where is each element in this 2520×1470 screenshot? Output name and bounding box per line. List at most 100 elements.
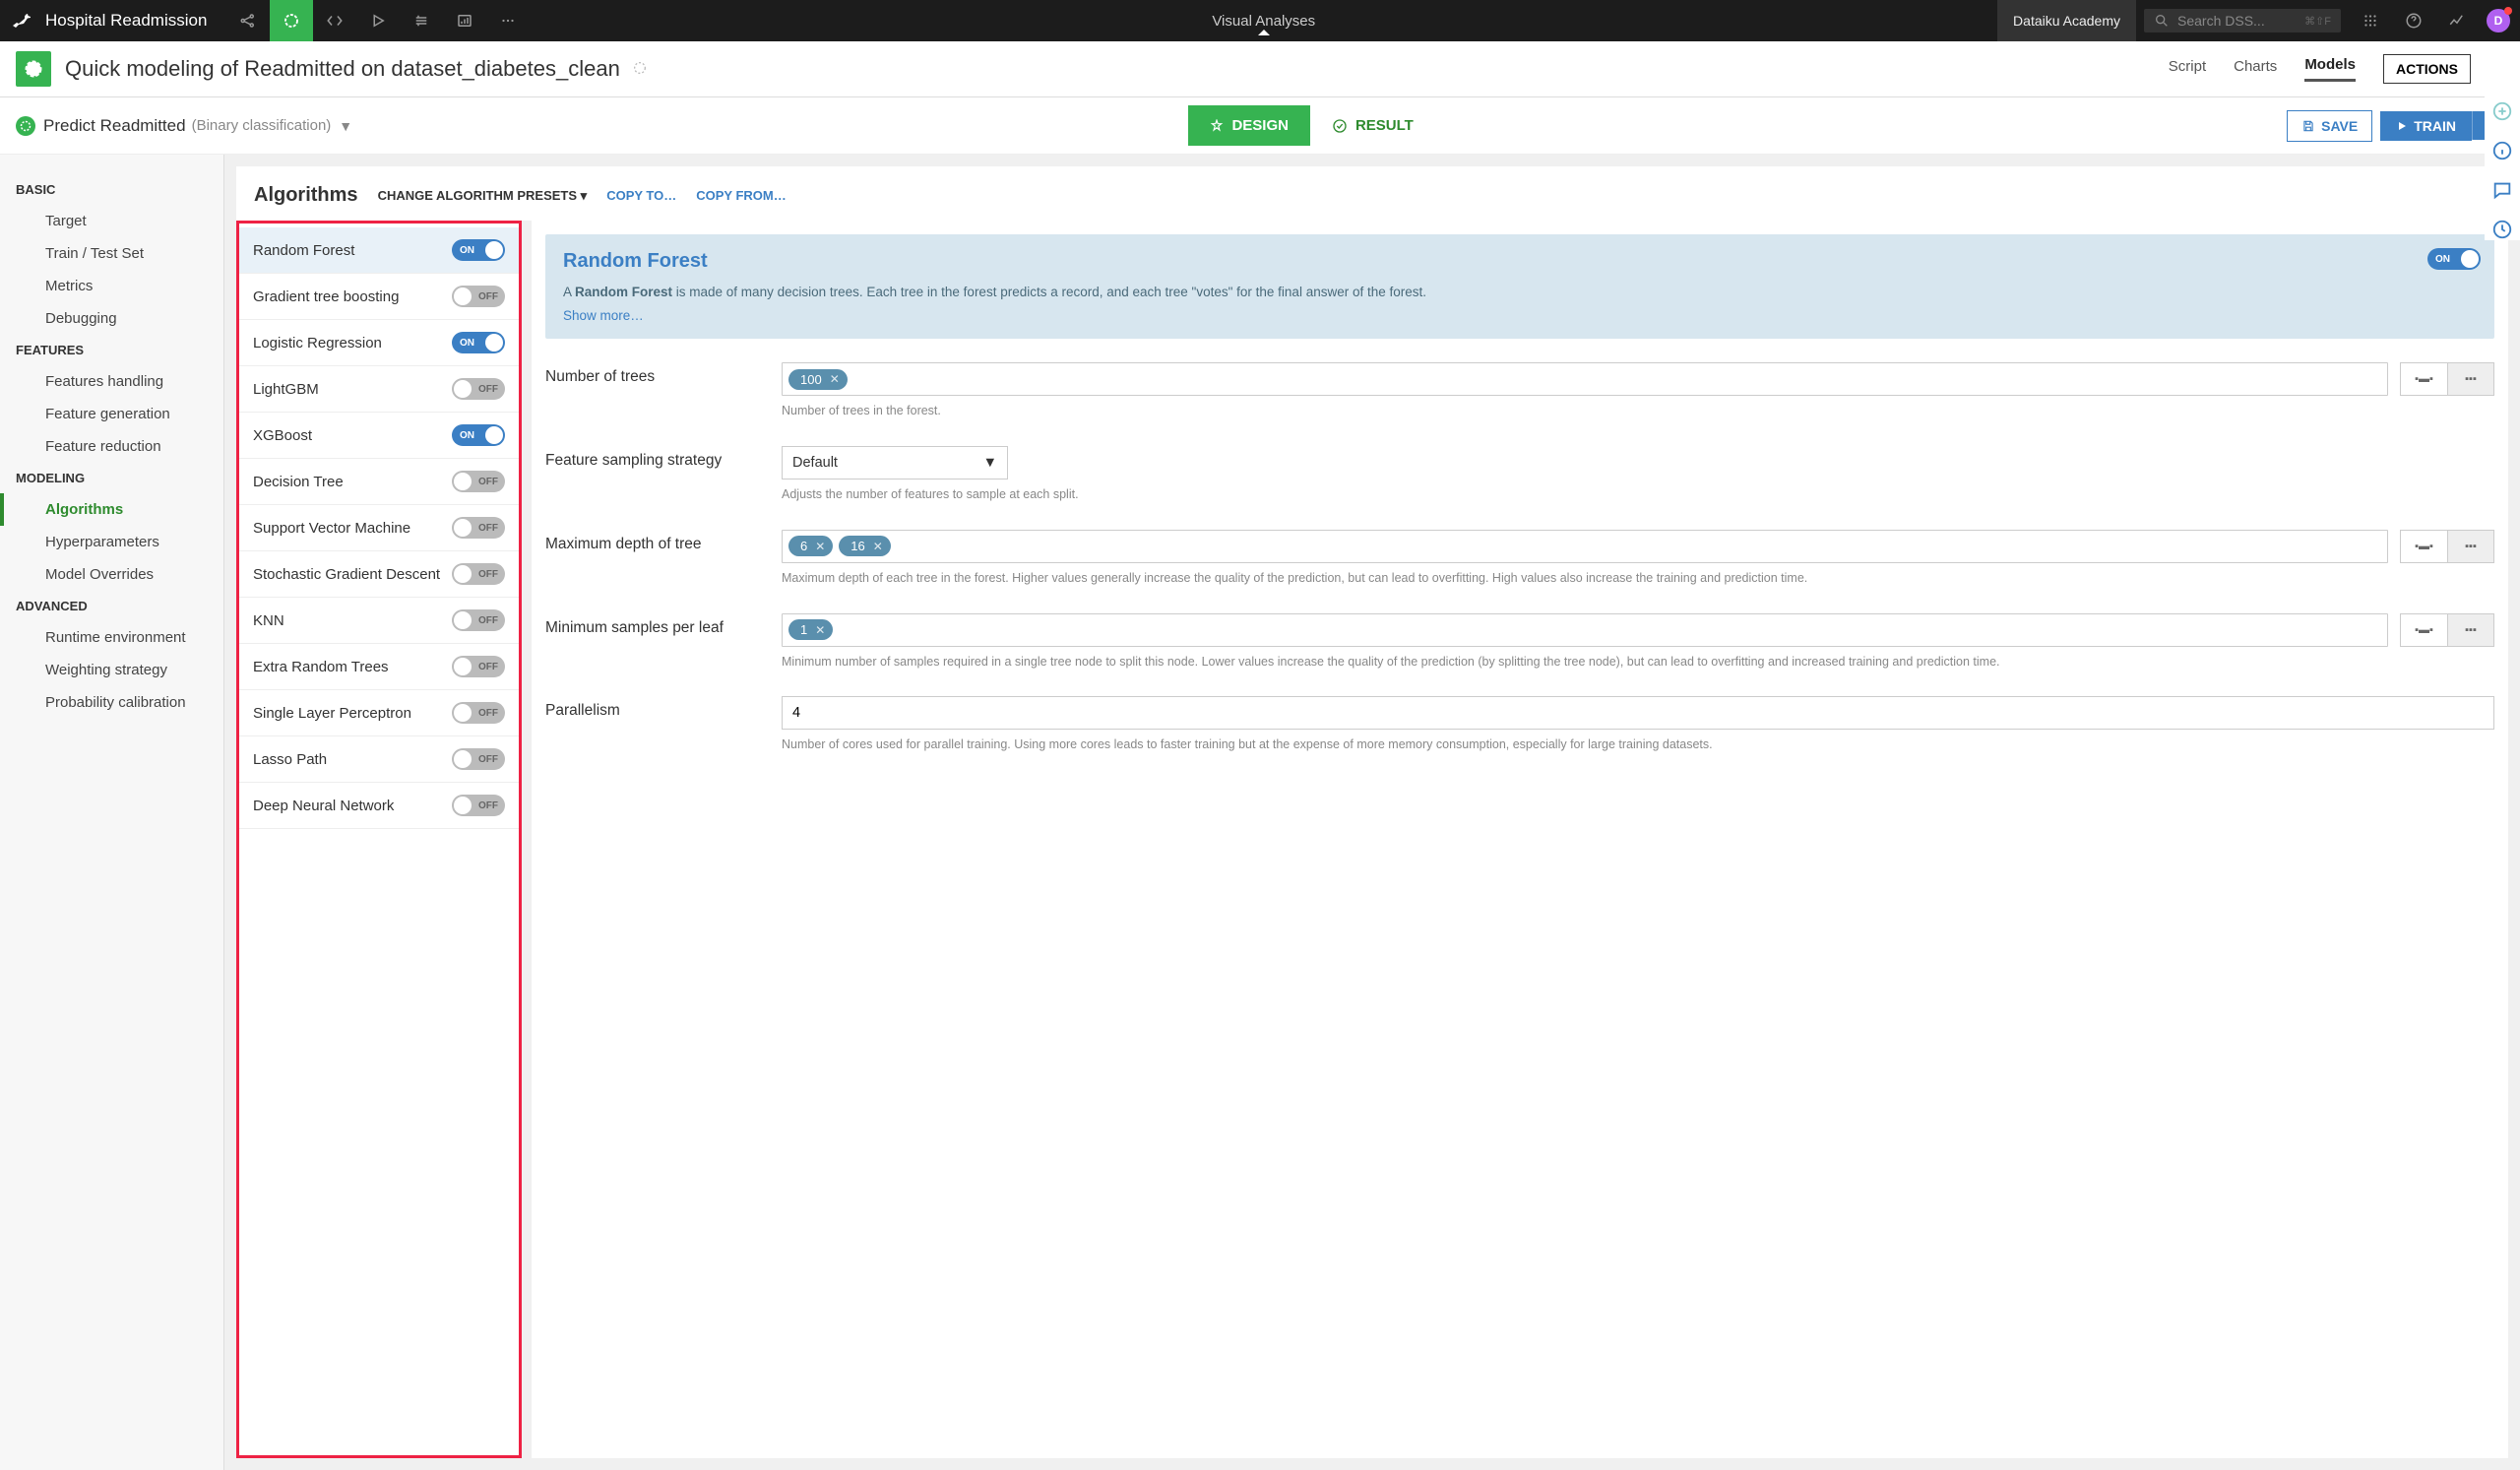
show-more-link[interactable]: Show more… (563, 308, 644, 323)
algorithm-toggle[interactable]: OFF (452, 563, 505, 585)
code-icon[interactable] (313, 0, 356, 41)
tab-models[interactable]: Models (2304, 56, 2356, 82)
bird-logo-icon[interactable] (10, 8, 45, 34)
nav-item[interactable]: Feature generation (0, 398, 223, 430)
algorithm-toggle[interactable]: ON (452, 424, 505, 446)
actions-button[interactable]: ACTIONS (2383, 54, 2471, 84)
algorithm-name: LightGBM (253, 381, 319, 398)
algorithm-item[interactable]: Extra Random TreesOFF (239, 644, 519, 690)
algorithm-item[interactable]: KNNOFF (239, 598, 519, 644)
algorithm-item[interactable]: LightGBM OFF (239, 366, 519, 413)
dashboard-icon[interactable] (443, 0, 486, 41)
nav-item[interactable]: Weighting strategy (0, 654, 223, 686)
avatar[interactable]: D (2487, 9, 2510, 32)
algorithm-toggle[interactable]: ON (452, 239, 505, 261)
search-input[interactable]: Search DSS... ⌘⇧F (2144, 9, 2341, 32)
nav-item[interactable]: Train / Test Set (0, 237, 223, 270)
nav-item[interactable]: Metrics (0, 270, 223, 302)
algorithm-item[interactable]: Logistic RegressionON (239, 320, 519, 366)
algorithm-toggle[interactable]: ON (452, 332, 505, 353)
algorithm-item[interactable]: Single Layer PerceptronOFF (239, 690, 519, 736)
copy-from-link[interactable]: COPY FROM… (696, 188, 787, 203)
tab-script[interactable]: Script (2169, 58, 2206, 81)
maxdepth-pill-2[interactable]: 16✕ (839, 536, 891, 556)
remove-pill-icon[interactable]: ✕ (815, 623, 825, 637)
recipe-icon (16, 51, 51, 87)
maxdepth-pill-1[interactable]: 6✕ (788, 536, 833, 556)
save-button[interactable]: SAVE (2287, 110, 2372, 142)
refresh-icon[interactable] (632, 60, 648, 79)
featsamp-help: Adjusts the number of features to sample… (782, 485, 2494, 504)
ml-task-subtitle: (Binary classification) (192, 117, 332, 134)
play-icon[interactable] (356, 0, 400, 41)
featsamp-select[interactable]: Default▼ (782, 446, 1008, 479)
algorithm-toggle[interactable]: OFF (452, 609, 505, 631)
param-label-ntrees: Number of trees (545, 362, 762, 386)
algorithm-toggle[interactable]: OFF (452, 378, 505, 400)
nav-item[interactable]: Algorithms (0, 493, 223, 526)
algorithm-item[interactable]: Gradient tree boostingOFF (239, 274, 519, 320)
algorithm-item[interactable]: Deep Neural NetworkOFF (239, 783, 519, 829)
train-play-icon (2396, 120, 2408, 132)
algorithm-toggle[interactable]: OFF (452, 656, 505, 677)
ml-task-title[interactable]: Predict Readmitted (43, 116, 186, 136)
result-tab[interactable]: RESULT (1310, 105, 1435, 146)
detail-toggle[interactable]: ON (2427, 248, 2481, 270)
project-title[interactable]: Hospital Readmission (45, 11, 207, 31)
detail-description: A Random Forest is made of many decision… (563, 283, 2477, 302)
algorithm-toggle[interactable]: OFF (452, 471, 505, 492)
share-icon[interactable] (226, 0, 270, 41)
nav-item[interactable]: Runtime environment (0, 621, 223, 654)
remove-pill-icon[interactable]: ✕ (815, 540, 825, 553)
maxdepth-mode[interactable]: ▪▬▪▪▪▪ (2400, 530, 2494, 563)
tab-charts[interactable]: Charts (2234, 58, 2277, 81)
algorithm-item[interactable]: Random ForestON (239, 227, 519, 274)
rail-add-icon[interactable] (2491, 100, 2513, 122)
algorithm-item[interactable]: Stochastic Gradient DescentOFF (239, 551, 519, 598)
more-icon[interactable] (486, 0, 530, 41)
rail-info-icon[interactable] (2491, 140, 2513, 161)
algorithm-list: Random ForestONGradient tree boostingOFF… (236, 221, 522, 1458)
ntrees-input[interactable]: 100✕ (782, 362, 2388, 396)
train-button[interactable]: TRAIN (2380, 111, 2472, 141)
algorithm-item[interactable]: Lasso PathOFF (239, 736, 519, 783)
algorithm-toggle[interactable]: OFF (452, 517, 505, 539)
nav-item[interactable]: Hyperparameters (0, 526, 223, 558)
rail-chat-icon[interactable] (2491, 179, 2513, 201)
rail-history-icon[interactable] (2491, 219, 2513, 240)
dropdown-icon[interactable]: ▼ (339, 118, 352, 134)
ntrees-mode[interactable]: ▪▬▪▪▪▪ (2400, 362, 2494, 396)
apps-icon[interactable] (2349, 0, 2392, 41)
remove-pill-icon[interactable]: ✕ (873, 540, 883, 553)
section-basic: BASIC (0, 174, 223, 205)
nav-item[interactable]: Target (0, 205, 223, 237)
nav-item[interactable]: Probability calibration (0, 686, 223, 719)
minsamp-input[interactable]: 1✕ (782, 613, 2388, 647)
algorithm-item[interactable]: Decision TreeOFF (239, 459, 519, 505)
minsamp-mode[interactable]: ▪▬▪▪▪▪ (2400, 613, 2494, 647)
algorithm-toggle[interactable]: OFF (452, 795, 505, 816)
stack-icon[interactable] (400, 0, 443, 41)
center-breadcrumb[interactable]: Visual Analyses (530, 13, 1997, 30)
algorithm-toggle[interactable]: OFF (452, 286, 505, 307)
design-tab[interactable]: DESIGN (1188, 105, 1310, 146)
nav-item[interactable]: Debugging (0, 302, 223, 335)
nav-item[interactable]: Features handling (0, 365, 223, 398)
ntrees-pill[interactable]: 100✕ (788, 369, 848, 390)
remove-pill-icon[interactable]: ✕ (830, 372, 840, 386)
algorithm-toggle[interactable]: OFF (452, 748, 505, 770)
flow-icon[interactable] (270, 0, 313, 41)
parallel-input[interactable] (782, 696, 2494, 730)
algorithm-item[interactable]: XGBoostON (239, 413, 519, 459)
algorithm-item[interactable]: Support Vector MachineOFF (239, 505, 519, 551)
change-preset-link[interactable]: CHANGE ALGORITHM PRESETS ▾ (378, 188, 588, 204)
academy-link[interactable]: Dataiku Academy (1997, 0, 2136, 41)
activity-icon[interactable] (2435, 0, 2479, 41)
minsamp-pill[interactable]: 1✕ (788, 619, 833, 640)
help-icon[interactable] (2392, 0, 2435, 41)
copy-to-link[interactable]: COPY TO… (606, 188, 676, 203)
maxdepth-input[interactable]: 6✕ 16✕ (782, 530, 2388, 563)
nav-item[interactable]: Feature reduction (0, 430, 223, 463)
nav-item[interactable]: Model Overrides (0, 558, 223, 591)
algorithm-toggle[interactable]: OFF (452, 702, 505, 724)
